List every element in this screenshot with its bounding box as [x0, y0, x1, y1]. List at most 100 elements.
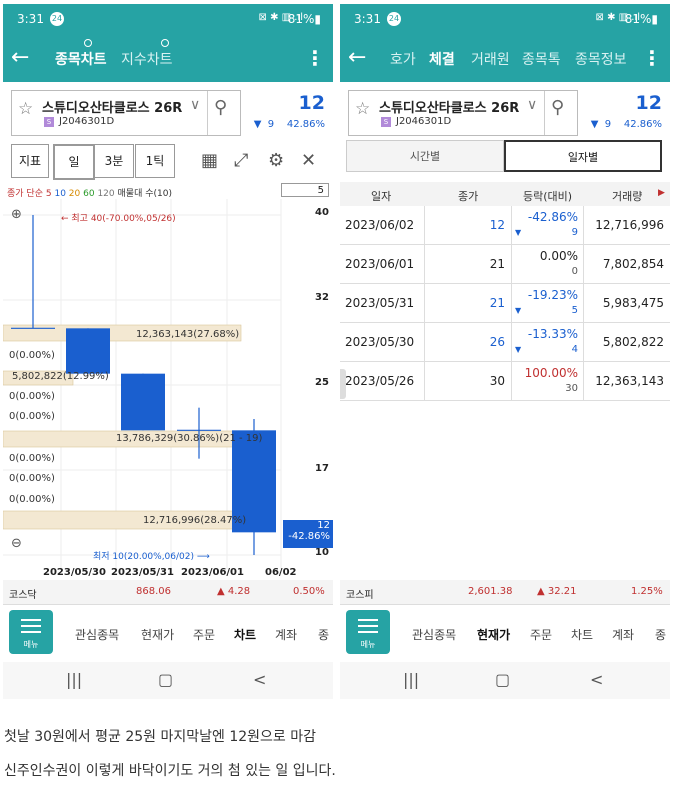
table-row[interactable]: 2023/05/31 21 -19.23% ▼ 5 5,983,475 [340, 284, 670, 323]
nav-more[interactable]: 종 [655, 626, 666, 643]
tools-icon[interactable]: ✕ [301, 150, 316, 171]
nav-chart[interactable]: 차트 [234, 626, 256, 643]
app-bar: ← 호가 체결 거래원 종목톡 종목정보 ⋮ [340, 34, 670, 82]
star-icon[interactable]: ☆ [18, 99, 33, 119]
back-arrow-icon[interactable]: ← [11, 45, 29, 70]
chevron-down-icon[interactable]: ∨ [190, 97, 200, 113]
index-pct: 0.50% [293, 586, 325, 597]
system-navigation-bar: ||| ▢ < [340, 662, 670, 699]
back-icon[interactable]: < [253, 670, 266, 689]
zoom-in-icon[interactable]: ⊕ [11, 207, 22, 222]
row-close: 21 [489, 296, 505, 310]
search-icon[interactable]: ⚲ [551, 97, 564, 118]
stock-type-icon: S [381, 117, 391, 127]
row-date: 2023/05/26 [345, 374, 415, 388]
row-close: 30 [489, 374, 505, 388]
table-row[interactable]: 2023/05/26 30 100.00% 30 12,363,143 [340, 362, 670, 401]
hamburger-icon [358, 619, 378, 633]
x-tick-label: 2023/05/30 [43, 567, 106, 578]
nav-watchlist[interactable]: 관심종목 [412, 626, 456, 643]
high-price-label: ← 최고 40(-70.00%,05/26) [61, 214, 176, 224]
expand-icon[interactable]: ⤢ [234, 150, 248, 171]
price-change: ▼ 9 42.86% [590, 119, 662, 130]
back-arrow-icon[interactable]: ← [348, 45, 366, 70]
search-icon[interactable]: ⚲ [214, 97, 227, 118]
column-header: 종가 [458, 190, 479, 203]
more-menu-icon[interactable]: ⋮ [642, 46, 662, 70]
nav-chart[interactable]: 차트 [571, 626, 593, 643]
nav-account[interactable]: 계좌 [612, 626, 634, 643]
tab-trades[interactable]: 체결 [429, 49, 455, 69]
y-tick-label: 17 [315, 463, 329, 474]
settings-gear-icon[interactable]: ⚙ [268, 150, 284, 171]
status-time: 3:31 [354, 12, 381, 26]
candle-body [121, 373, 165, 431]
index-name: 코스닥 [9, 590, 37, 601]
indicator-button[interactable]: 지표 [11, 144, 49, 178]
period-day-button[interactable]: 일 [53, 144, 95, 180]
recent-apps-icon[interactable]: ||| [66, 670, 82, 689]
chevron-down-icon[interactable]: ∨ [527, 97, 537, 113]
tab-index-chart[interactable]: 지수차트 [121, 49, 173, 69]
nav-order[interactable]: 주문 [193, 626, 215, 643]
recent-apps-icon[interactable]: ||| [403, 670, 419, 689]
more-menu-icon[interactable]: ⋮ [305, 46, 325, 70]
price-box: 12 ▼ 9 42.86% [235, 92, 325, 138]
row-date: 2023/06/02 [345, 218, 415, 232]
nav-more[interactable]: 종 [318, 626, 329, 643]
segment-by-date[interactable]: 일자별 [504, 140, 662, 172]
nav-order[interactable]: 주문 [530, 626, 552, 643]
table-header: 일자 종가 등락(대비) 거래량 ▶ [340, 182, 670, 206]
period-3min-button[interactable]: 3분 [94, 144, 134, 178]
row-change-pct: 100.00% [524, 366, 578, 380]
nav-quote[interactable]: 현재가 [141, 626, 174, 643]
index-ticker-bar[interactable]: 코스피 2,601.38 ▲ 32.21 1.25% [340, 580, 670, 604]
notification-badge: 24 [50, 12, 64, 26]
tab-stock-info[interactable]: 종목정보 [575, 49, 627, 69]
row-date: 2023/06/01 [345, 257, 415, 271]
row-change-pct: 0.00% [539, 249, 578, 263]
segment-by-time[interactable]: 시간별 [346, 140, 504, 172]
price-change: ▼ 9 42.86% [253, 119, 325, 130]
column-header: 등락(대비) [523, 190, 573, 203]
nav-quote[interactable]: 현재가 [477, 626, 510, 643]
nav-account[interactable]: 계좌 [275, 626, 297, 643]
home-icon[interactable]: ▢ [495, 670, 510, 689]
stock-name: 스튜디오산타클로스 26R [379, 101, 520, 116]
menu-button[interactable]: 메뉴 [9, 610, 53, 654]
star-icon[interactable]: ☆ [355, 99, 370, 119]
layout-grid-icon[interactable]: ▦ [201, 150, 218, 171]
tab-brokers[interactable]: 거래원 [471, 49, 510, 69]
chart-toolbar: 지표 일 3분 1틱 ▦ ⤢ ⚙ ✕ [3, 144, 333, 182]
tab-orderbook[interactable]: 호가 [390, 49, 416, 69]
scroll-right-icon[interactable]: ▶ [658, 188, 665, 198]
app-bar: ← 종목차트 지수차트 ⋮ [3, 34, 333, 82]
volume-profile-label: 13,786,329(30.86%)(21 - 19) [116, 433, 263, 444]
tab-stock-chart[interactable]: 종목차트 [55, 49, 107, 69]
x-tick-label: 06/02 [265, 567, 297, 578]
menu-button[interactable]: 메뉴 [346, 610, 390, 654]
stock-selector[interactable]: ☆ 스튜디오산타클로스 26R ∨ ⚲ S J2046301D [348, 90, 578, 136]
candle-count-box[interactable]: 5 [281, 183, 329, 197]
back-icon[interactable]: < [590, 670, 603, 689]
nav-watchlist[interactable]: 관심종목 [75, 626, 119, 643]
current-price-tag: 12 -42.86% [283, 520, 333, 548]
row-volume: 7,802,854 [602, 257, 664, 271]
current-price: 12 [635, 92, 662, 114]
period-1tick-button[interactable]: 1틱 [135, 144, 175, 178]
low-price-label: 최저 10(20.00%,06/02) ⟶ [93, 552, 210, 562]
table-row[interactable]: 2023/05/30 26 -13.33% ▼ 4 5,802,822 [340, 323, 670, 362]
table-row[interactable]: 2023/06/02 12 -42.86% ▼ 9 12,716,996 [340, 206, 670, 245]
home-icon[interactable]: ▢ [158, 670, 173, 689]
row-volume: 5,983,475 [602, 296, 664, 310]
stock-code: J2046301D [396, 116, 452, 127]
table-row[interactable]: 2023/06/01 21 0.00% 0 7,802,854 [340, 245, 670, 284]
current-price: 12 [298, 92, 325, 114]
drawer-handle[interactable] [340, 369, 346, 399]
divider [207, 91, 208, 135]
tab-stock-talk[interactable]: 종목톡 [522, 49, 561, 69]
zoom-out-icon[interactable]: ⊖ [11, 536, 22, 551]
index-ticker-bar[interactable]: 코스닥 868.06 ▲ 4.28 0.50% [3, 580, 333, 604]
index-change: ▲ 4.28 [217, 586, 251, 597]
stock-selector[interactable]: ☆ 스튜디오산타클로스 26R ∨ ⚲ S J2046301D [11, 90, 241, 136]
